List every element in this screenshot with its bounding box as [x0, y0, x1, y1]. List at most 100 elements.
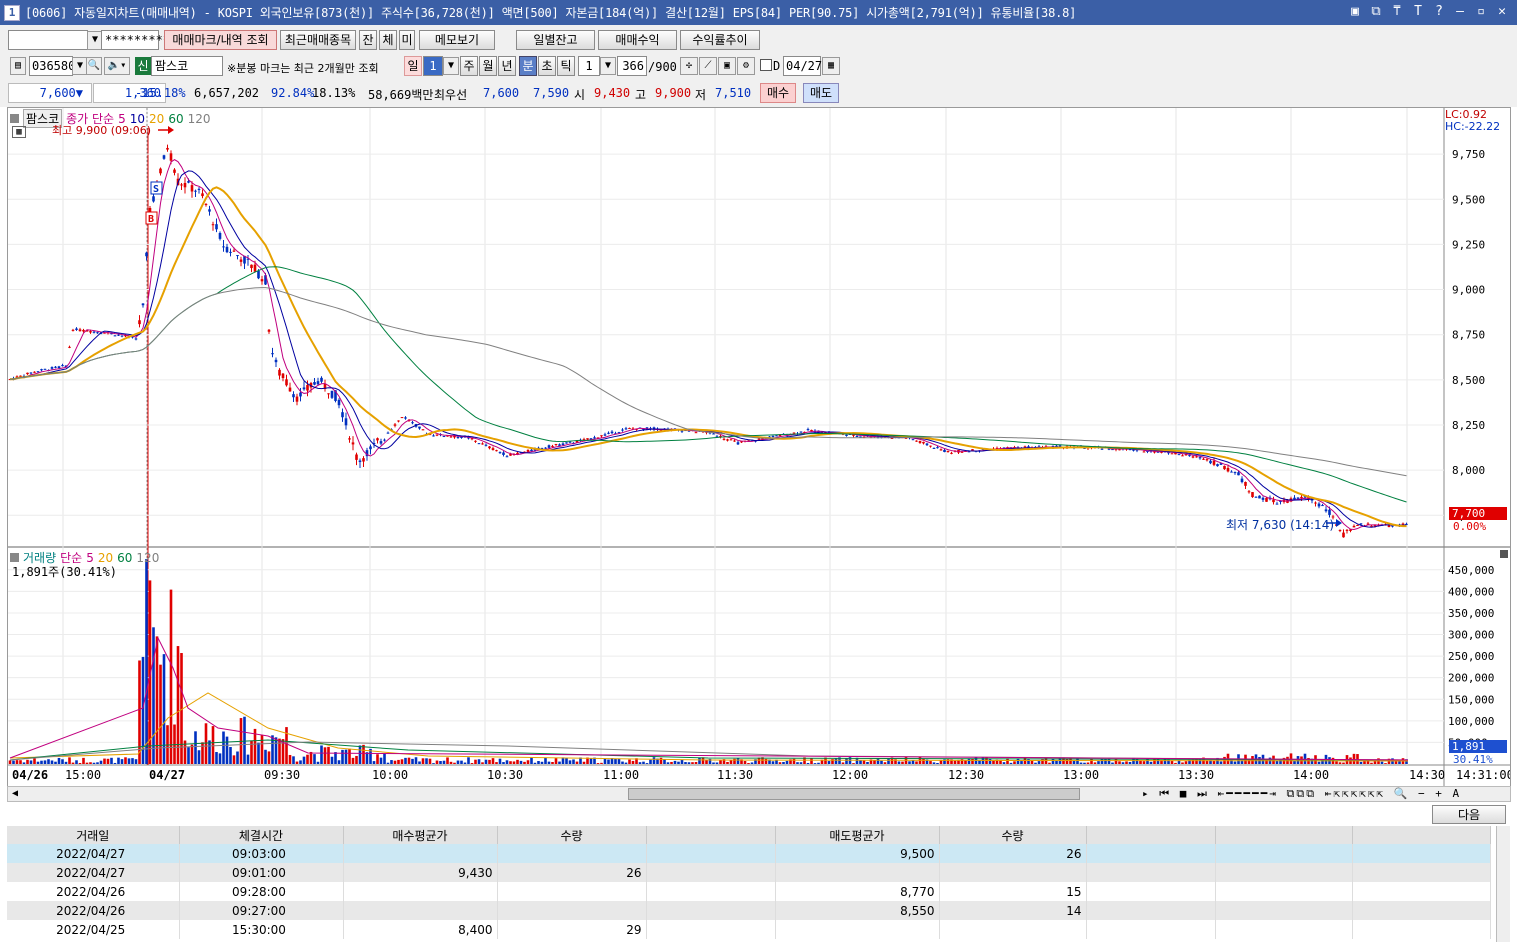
candle-body — [1247, 491, 1251, 493]
range-count-field[interactable]: 366 — [617, 56, 647, 76]
volume-bar — [642, 761, 645, 764]
table-scrollbar[interactable] — [1496, 826, 1510, 942]
col-sell-qty[interactable]: 수량 — [939, 826, 1087, 844]
col-sell-avg[interactable]: 매도평균가 — [775, 826, 940, 844]
help-icon[interactable]: ? — [1432, 4, 1446, 19]
legend-box-icon[interactable] — [10, 114, 19, 123]
table-row[interactable]: 2022/04/26 09:28:00 8,770 15 — [7, 882, 1491, 901]
volume-current: 1,891주(30.41%) — [12, 565, 117, 579]
table-row[interactable]: 2022/04/27 09:01:00 9,430 26 — [7, 863, 1491, 882]
volume-bar — [218, 753, 222, 764]
volume-bar — [582, 761, 586, 764]
candle-body — [845, 434, 848, 436]
volume-bar — [841, 762, 845, 764]
stock-code-input[interactable]: 036580 — [29, 56, 75, 76]
crosshair-icon[interactable]: ✣ — [680, 57, 698, 75]
volume-bar — [201, 742, 204, 764]
candle-body — [383, 439, 386, 441]
volume-ratio: 92.84% — [271, 86, 315, 100]
table-cell — [775, 920, 940, 939]
volume-bar — [176, 646, 180, 764]
date-checkbox[interactable] — [760, 59, 772, 71]
stock-name-field[interactable]: 팜스코 — [151, 56, 223, 76]
table-icon[interactable]: ▦ — [12, 126, 26, 138]
volume-bar — [1083, 762, 1086, 764]
volume-bar — [456, 760, 460, 764]
volume-bar — [512, 761, 516, 764]
maximize-icon[interactable]: ▫ — [1474, 4, 1488, 19]
speaker-icon[interactable]: 🔈▾ — [104, 57, 130, 75]
candle-body — [558, 444, 561, 446]
col-buy-qty[interactable]: 수량 — [497, 826, 647, 844]
calendar-icon[interactable]: ▦ — [822, 57, 840, 75]
volume-bar — [547, 761, 551, 764]
table-cell: 2022/04/25 — [7, 920, 180, 939]
memo-view-button[interactable]: 메모보기 — [419, 30, 495, 50]
balance-button[interactable]: 잔 — [359, 30, 377, 50]
turnover-ratio: 18.13% — [312, 86, 356, 100]
price-volume-chart[interactable]: 9,750 9,500 9,250 9,000 8,750 8,500 8,250 8,000… — [8, 108, 1510, 786]
col-exec-time[interactable]: 체결시간 — [179, 826, 344, 844]
scroll-thumb[interactable] — [628, 788, 1080, 800]
buy-button[interactable]: 매수 — [760, 83, 796, 103]
day-count-field[interactable]: 1 — [423, 56, 443, 76]
stock-list-icon[interactable]: ▤ — [10, 57, 26, 75]
volume-bar — [355, 755, 358, 764]
col-trade-date[interactable]: 거래일 — [7, 826, 180, 844]
chart-scrollbar[interactable]: ◀ ▸ ⏮ ■ ⏭ ⇤━━━━━⇥ ⧉⧉⧉ ⇤⇱⇱⇱⇱⇱⇱ 🔍 − + A — [7, 786, 1511, 802]
period-day-button[interactable]: 일 — [404, 56, 422, 76]
close-icon[interactable]: ✕ — [1495, 4, 1509, 19]
high-annotation: 최고 9,900 (09:06) — [52, 124, 152, 137]
candle-body — [435, 434, 439, 436]
search-icon[interactable]: 🔍 — [86, 57, 102, 75]
period-tick-button[interactable]: 틱 — [557, 56, 575, 76]
volume-bar — [152, 627, 155, 764]
return-trend-button[interactable]: 수익률추이 — [680, 30, 760, 50]
candle-body — [1254, 496, 1258, 498]
minimize-icon[interactable]: — — [1453, 4, 1467, 19]
col-buy-avg[interactable]: 매수평균가 — [343, 826, 498, 844]
gear-icon[interactable]: ⚙ — [737, 57, 755, 75]
screen-icon[interactable]: ▣ — [1348, 4, 1362, 19]
table-row[interactable]: 2022/04/25 15:30:00 8,400 29 — [7, 920, 1491, 939]
candle-body — [1342, 532, 1345, 538]
executed-button[interactable]: 체 — [379, 30, 397, 50]
trade-profit-button[interactable]: 매매수익 — [598, 30, 677, 50]
volume-bar — [1037, 761, 1041, 764]
minute-value-field[interactable]: 1 — [578, 56, 600, 76]
period-week-button[interactable]: 주 — [460, 56, 478, 76]
legend-box-icon[interactable] — [10, 553, 19, 562]
table-cell — [1215, 901, 1353, 920]
font-icon[interactable]: T — [1411, 4, 1425, 19]
password-field[interactable]: ********* — [101, 30, 170, 50]
period-minute-button[interactable]: 분 — [519, 56, 537, 76]
date-field[interactable]: 04/27 — [783, 56, 822, 76]
sell-button[interactable]: 매도 — [803, 83, 839, 103]
chart-area[interactable]: 9,750 9,500 9,250 9,000 8,750 8,500 8,250 8,000… — [7, 107, 1511, 787]
volume-bar — [852, 763, 855, 764]
period-year-button[interactable]: 년 — [498, 56, 516, 76]
chevron-down-icon[interactable]: ▼ — [600, 57, 616, 75]
link-icon[interactable]: ⧉ — [1369, 4, 1383, 19]
recent-trades-button[interactable]: 최근매매종목 — [280, 30, 356, 50]
save-icon[interactable]: ▣ — [718, 57, 736, 75]
pin-icon[interactable]: ⍑ — [1390, 4, 1404, 19]
trend-icon[interactable]: ⟋ — [699, 57, 717, 75]
unexecuted-button[interactable]: 미 — [399, 30, 415, 50]
down-arrow-icon: ▼ — [75, 86, 83, 100]
daily-balance-button[interactable]: 일별잔고 — [516, 30, 595, 50]
volume-bar — [621, 761, 624, 764]
table-cell — [646, 844, 776, 863]
trade-mark-query-button[interactable]: 매매마크/내역 조회 — [164, 30, 277, 50]
candle-body — [621, 429, 624, 431]
account-select[interactable] — [8, 30, 88, 50]
table-row[interactable]: 2022/04/27 09:03:00 9,500 26 — [7, 844, 1491, 863]
chevron-down-icon[interactable]: ▼ — [443, 57, 459, 75]
period-month-button[interactable]: 월 — [479, 56, 497, 76]
scroll-left-icon[interactable]: ◀ — [12, 788, 18, 799]
candle-body — [278, 369, 281, 376]
period-second-button[interactable]: 초 — [538, 56, 556, 76]
next-button[interactable]: 다음 — [1432, 805, 1506, 824]
table-row[interactable]: 2022/04/26 09:27:00 8,550 14 — [7, 901, 1491, 920]
playback-controls[interactable]: ▸ ⏮ ■ ⏭ ⇤━━━━━⇥ ⧉⧉⧉ ⇤⇱⇱⇱⇱⇱⇱ 🔍 − + A — [1142, 787, 1461, 801]
